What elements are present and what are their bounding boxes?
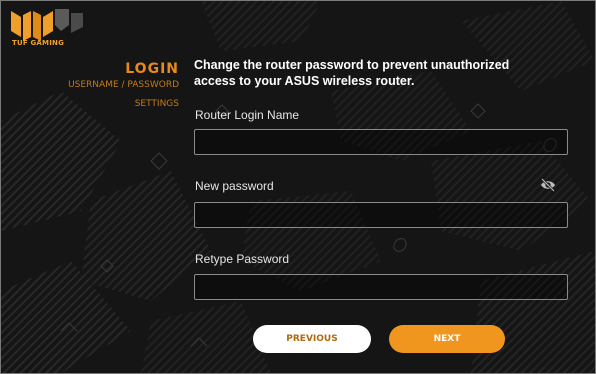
new-password-field[interactable]: [194, 202, 568, 228]
retype-password-field[interactable]: [194, 274, 568, 300]
sidebar-item-username-password[interactable]: USERNAME / PASSWORD: [1, 79, 179, 91]
next-button[interactable]: NEXT: [389, 325, 505, 353]
sidebar: LOGIN USERNAME / PASSWORD SETTINGS: [1, 61, 179, 110]
login-name-label: Router Login Name: [195, 108, 300, 122]
previous-button[interactable]: PREVIOUS: [253, 325, 371, 353]
eye-slash-icon[interactable]: [540, 178, 556, 192]
retype-password-label: Retype Password: [195, 252, 290, 266]
sidebar-title: LOGIN: [125, 61, 179, 77]
login-name-field[interactable]: [194, 129, 568, 155]
sidebar-item-settings[interactable]: SETTINGS: [1, 98, 179, 110]
brand-label: TUF GAMING: [12, 39, 65, 47]
new-password-label: New password: [195, 179, 274, 193]
tuf-gaming-logo: [11, 9, 83, 41]
page-heading: Change the router password to prevent un…: [194, 58, 510, 88]
setup-window: TUF GAMING LOGIN USERNAME / PASSWORD SET…: [0, 0, 596, 374]
